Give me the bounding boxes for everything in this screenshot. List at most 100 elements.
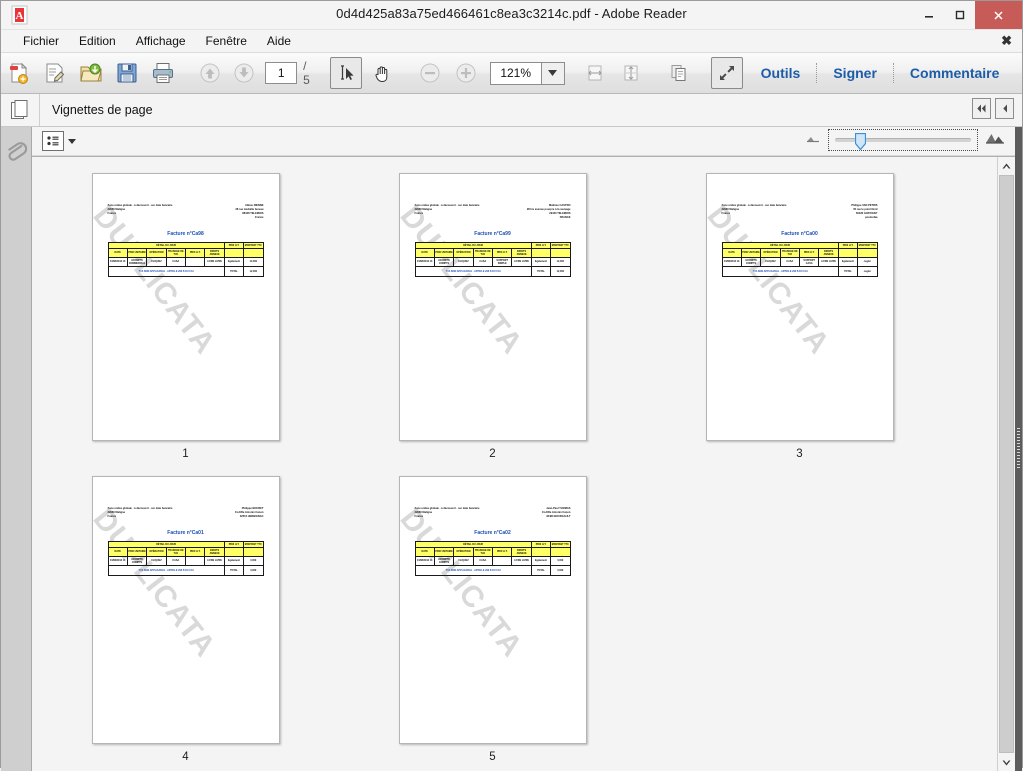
page-preview[interactable]: DUPLICATA Zone unitée globale - à découv…: [91, 173, 280, 441]
invoice-title: Facture n°Ca99: [474, 230, 511, 237]
invoice-title: Facture n°Ca00: [781, 230, 818, 237]
document-close-button[interactable]: ✖: [1001, 33, 1012, 49]
thumbnail-size-slider[interactable]: [828, 129, 978, 151]
previous-page-button[interactable]: [195, 57, 225, 89]
collapse-panel-button[interactable]: [995, 98, 1014, 119]
sender-address: Zone unitée globale - à découvert - sur …: [107, 204, 173, 215]
print-button[interactable]: [147, 57, 179, 89]
close-button[interactable]: [975, 1, 1022, 29]
thumbnail-page-2[interactable]: DUPLICATA Zone unitée globale - à découv…: [339, 173, 646, 460]
body-area: DUPLICATA Zone unitée globale - à découv…: [1, 127, 1022, 771]
zoom-out-button[interactable]: [414, 57, 446, 89]
thumbnails-toolbar: [32, 127, 1015, 156]
menu-edition[interactable]: Edition: [69, 32, 126, 50]
page-label: 4: [182, 751, 189, 763]
invoice-table: DÉTAIL DU JOUR PRIX H.T. MONTANT TTC DAT…: [721, 241, 878, 277]
menu-bar: Fichier Edition Affichage Fenêtre Aide ✖: [1, 30, 1022, 53]
adobe-reader-window: A 0d4d425a83a75ed466461c8ea3c3214c.pdf -…: [0, 0, 1023, 771]
page-count-label: / 5: [303, 59, 310, 87]
title-bar: A 0d4d425a83a75ed466461c8ea3c3214c.pdf -…: [1, 1, 1022, 30]
recipient-address: Philippe BOURET CLAIRe Antonin Canon 325…: [234, 507, 264, 518]
fullscreen-button[interactable]: [710, 57, 743, 89]
invoice-table: DÉTAIL DU JOUR PRIX H.T. MONTANT TTC DAT…: [107, 540, 264, 576]
invoice-title: Facture n°Ca01: [167, 529, 204, 536]
splitter-grip: [1017, 428, 1020, 470]
thumbnails-row-1: DUPLICATA Zone unitée globale - à découv…: [32, 173, 998, 460]
scroll-up-button[interactable]: [998, 157, 1015, 174]
menu-fichier[interactable]: Fichier: [13, 32, 69, 50]
page-label: 1: [182, 448, 189, 460]
fit-width-button[interactable]: [579, 57, 611, 89]
page-label: 2: [489, 448, 496, 460]
page-preview[interactable]: DUPLICATA Zone unitée globale - à découv…: [705, 173, 894, 441]
thumbnail-empty-slot: [646, 476, 953, 763]
thumbnail-page-3[interactable]: DUPLICATA Zone unitée globale - à découv…: [646, 173, 953, 460]
page-thumbnails-icon[interactable]: [1, 94, 40, 126]
scrollbar-thumb[interactable]: [999, 175, 1014, 753]
page-preview[interactable]: DUPLICATA Zone unitée globale - à découv…: [91, 476, 280, 744]
create-pdf-button[interactable]: [3, 57, 35, 89]
chevron-down-icon[interactable]: [68, 138, 76, 144]
recipient-address: Abbas DIENNE 38 rue médaille bureau 8842…: [235, 204, 264, 219]
outils-link[interactable]: Outils: [745, 65, 817, 81]
select-tools-group: [328, 53, 400, 93]
zoom-dropdown-button[interactable]: [541, 61, 565, 85]
sender-address: Zone unitée globale - à découvert - sur …: [107, 507, 173, 518]
next-page-button[interactable]: [229, 57, 259, 89]
recipient-address: Philippe VAN PETRIS 35 rue le point Nord…: [851, 204, 878, 219]
thumbnails-grid: DUPLICATA Zone unitée globale - à découv…: [32, 157, 998, 771]
page-preview[interactable]: DUPLICATA Zone unitée globale - à découv…: [398, 173, 587, 441]
thumbnails-canvas[interactable]: DUPLICATA Zone unitée globale - à découv…: [32, 156, 1015, 771]
invoice-title: Facture n°Ca98: [167, 230, 204, 237]
fullscreen-group: [709, 53, 745, 93]
sender-address: Zone unitée globale - à découvert - sur …: [414, 507, 480, 518]
thumbnail-size-control: [805, 129, 1005, 151]
vertical-scrollbar[interactable]: [997, 157, 1015, 771]
zoom-level-input[interactable]: 121%: [489, 61, 542, 85]
minimize-button[interactable]: [913, 1, 944, 29]
large-thumbnails-icon[interactable]: [985, 131, 1005, 150]
commentaire-link[interactable]: Commentaire: [894, 65, 1015, 81]
edit-pdf-button[interactable]: [39, 57, 71, 89]
collapse-all-button[interactable]: [972, 98, 991, 119]
signer-link[interactable]: Signer: [817, 65, 893, 81]
recipient-address: Jean-Paul THOMAS CLAIRe Antonin Canon 32…: [541, 507, 571, 518]
window-title: 0d4d425a83a75ed466461c8ea3c3214c.pdf - A…: [336, 6, 687, 21]
fit-page-button[interactable]: [615, 57, 647, 89]
maximize-button[interactable]: [944, 1, 975, 29]
page-display-group: [661, 53, 697, 93]
hand-tool-button[interactable]: [366, 57, 398, 89]
thumbnail-page-4[interactable]: DUPLICATA Zone unitée globale - à découv…: [32, 476, 339, 763]
page-nav-group: 1 / 5: [193, 53, 316, 93]
paperclip-icon[interactable]: [5, 139, 28, 771]
panel-title: Vignettes de page: [52, 103, 153, 117]
file-tool-group: [1, 53, 181, 93]
menu-fenetre[interactable]: Fenêtre: [196, 32, 257, 50]
open-file-button[interactable]: [75, 57, 107, 89]
panel-splitter[interactable]: [1015, 127, 1022, 771]
slider-thumb[interactable]: [854, 132, 867, 151]
zoom-in-button[interactable]: [450, 57, 482, 89]
thumbnails-row-2: DUPLICATA Zone unitée globale - à découv…: [32, 476, 998, 763]
page-number-input[interactable]: 1: [265, 62, 298, 84]
scroll-down-button[interactable]: [998, 754, 1015, 771]
thumbnail-page-1[interactable]: DUPLICATA Zone unitée globale - à découv…: [32, 173, 339, 460]
menu-aide[interactable]: Aide: [257, 32, 301, 50]
main-toolbar: 1 / 5 121% Outils Signer Commentaire: [1, 53, 1022, 94]
invoice-table: DÉTAIL DU JOUR PRIX H.T. MONTANT TTC DAT…: [414, 540, 571, 576]
sender-address: Zone unitée globale - à découvert - sur …: [721, 204, 787, 215]
sender-address: Zone unitée globale - à découvert - sur …: [414, 204, 480, 215]
small-thumbnails-icon[interactable]: [805, 131, 821, 149]
page-label: 3: [796, 448, 803, 460]
select-tool-button[interactable]: [329, 57, 362, 89]
invoice-table: DÉTAIL DU JOUR PRIX H.T. MONTANT TTC DAT…: [107, 241, 264, 277]
save-file-button[interactable]: [111, 57, 143, 89]
thumbnail-page-5[interactable]: DUPLICATA Zone unitée globale - à découv…: [339, 476, 646, 763]
thumbnails-pane: DUPLICATA Zone unitée globale - à découv…: [32, 127, 1015, 771]
list-options-icon[interactable]: [42, 131, 64, 151]
page-display-button[interactable]: [663, 57, 695, 89]
page-preview[interactable]: DUPLICATA Zone unitée globale - à découv…: [398, 476, 587, 744]
recipient-address: Mathieu CASTRO 28 bis avenue pourpre à l…: [526, 204, 571, 219]
toolbar-right-links: Outils Signer Commentaire: [745, 53, 1023, 93]
menu-affichage[interactable]: Affichage: [126, 32, 196, 50]
